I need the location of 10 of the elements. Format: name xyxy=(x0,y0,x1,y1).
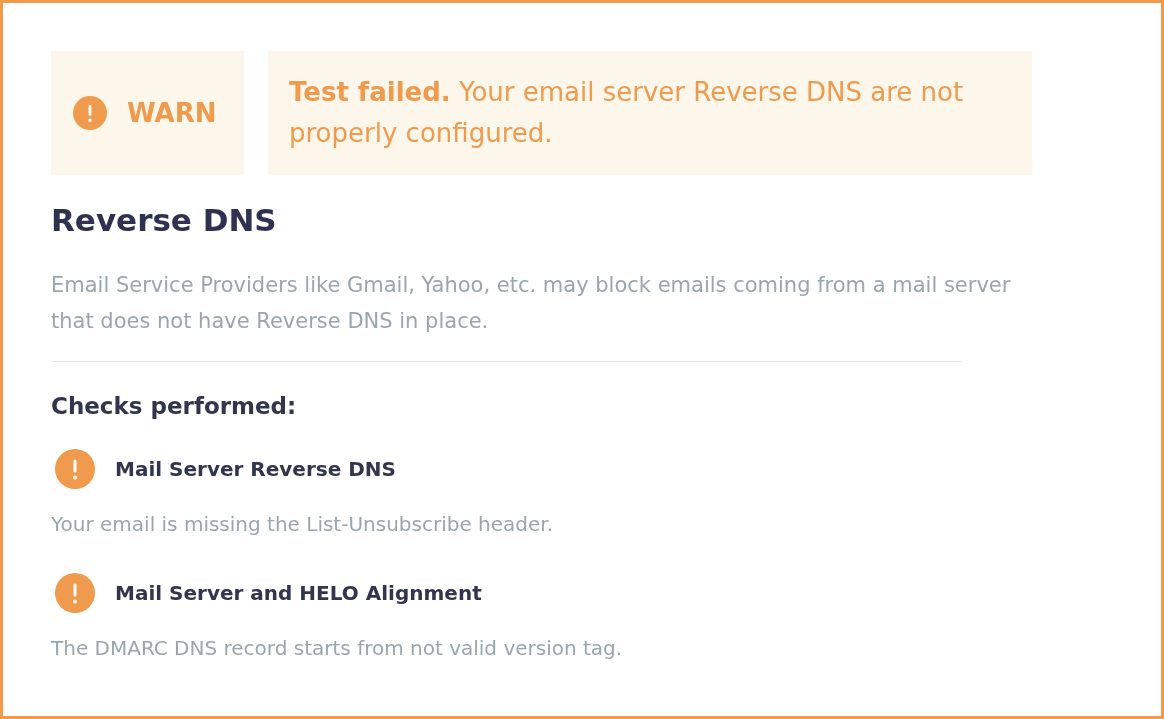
status-label: WARN xyxy=(127,98,217,128)
exclamation-icon xyxy=(73,96,107,130)
check-title: Mail Server and HELO Alignment xyxy=(115,581,482,605)
check-description: Your email is missing the List-Unsubscribe header. xyxy=(51,511,555,538)
checks-heading: Checks performed: xyxy=(51,392,298,421)
result-message: Test failed. Your email server Reverse DNS are not properly configured. xyxy=(268,51,1032,175)
check-description: The DMARC DNS record starts from not valid version tag. xyxy=(51,635,624,662)
section-title: Reverse DNS xyxy=(51,201,278,240)
check-title: Mail Server Reverse DNS xyxy=(115,457,396,481)
section-description: Email Service Providers like Gmail, Yahoo, etc. may block emails coming from a mail server that does not have Reverse DNS in place. xyxy=(51,272,1012,335)
